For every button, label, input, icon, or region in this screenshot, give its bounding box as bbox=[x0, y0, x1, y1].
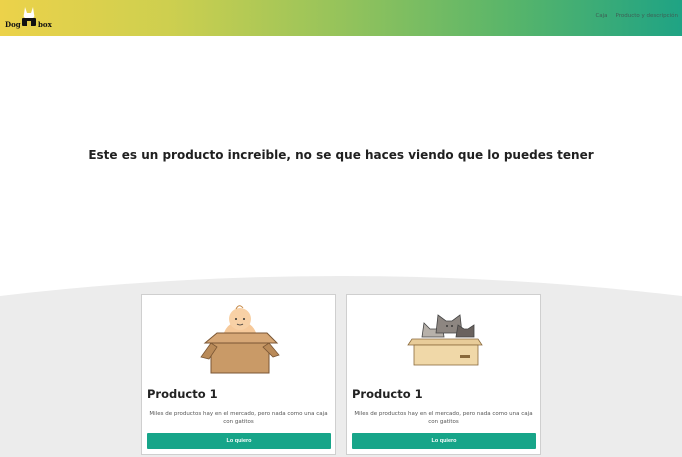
baby-in-box-illustration bbox=[200, 305, 280, 374]
top-header: Dog box Caja Producto y descripción bbox=[0, 0, 682, 36]
product-title: Producto 1 bbox=[352, 387, 423, 401]
cats-in-box-illustration bbox=[407, 314, 483, 366]
nav-link-producto-descripcion[interactable]: Producto y descripción bbox=[616, 13, 678, 19]
background-wave bbox=[0, 276, 682, 457]
dogbox-logo[interactable]: Dog box bbox=[4, 4, 54, 32]
product-card: Producto 1 Miles de productos hay en el … bbox=[141, 294, 336, 455]
product-description: Miles de productos hay en el mercado, pe… bbox=[354, 411, 533, 425]
dog-logo-icon bbox=[22, 7, 36, 26]
logo-word-dog: Dog bbox=[5, 20, 21, 29]
lo-quiero-button[interactable]: Lo quiero bbox=[352, 433, 536, 449]
logo-word-box: box bbox=[38, 20, 52, 29]
nav-link-caja[interactable]: Caja bbox=[595, 13, 607, 19]
product-card: Producto 1 Miles de productos hay en el … bbox=[346, 294, 541, 455]
product-title: Producto 1 bbox=[147, 387, 218, 401]
product-description: Miles de productos hay en el mercado, pe… bbox=[149, 411, 328, 425]
main-nav: Caja Producto y descripción bbox=[595, 13, 678, 19]
hero-title: Este es un producto increible, no se que… bbox=[88, 148, 594, 162]
lo-quiero-button[interactable]: Lo quiero bbox=[147, 433, 331, 449]
